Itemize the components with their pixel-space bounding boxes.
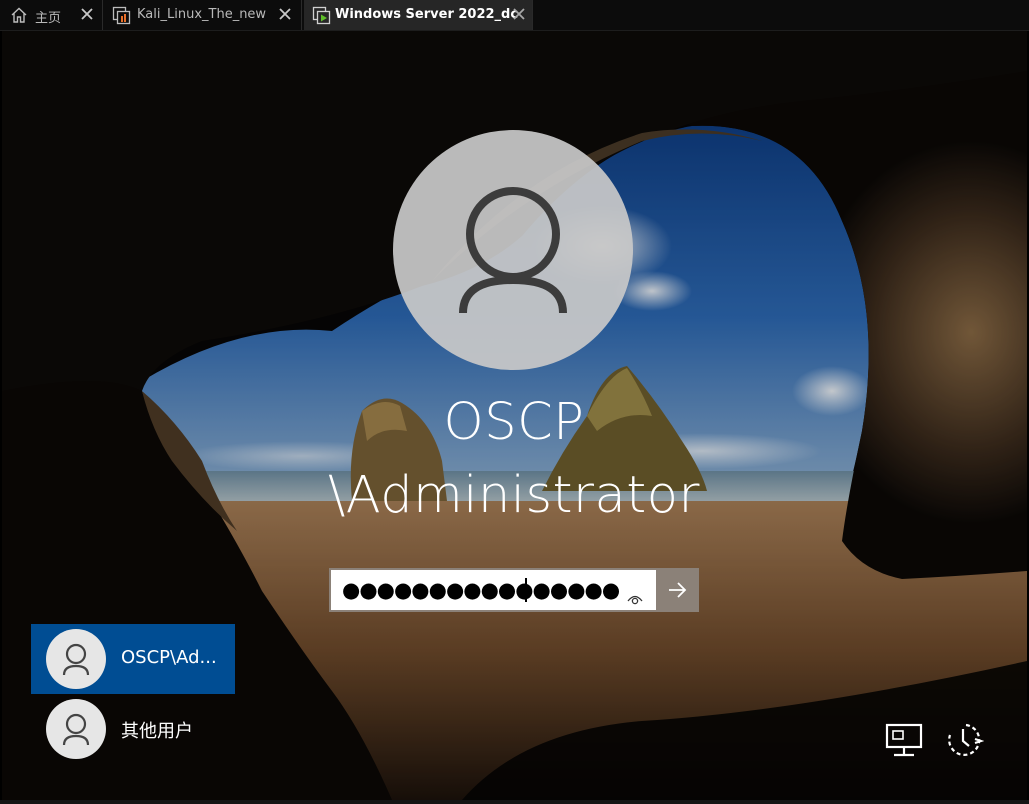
vm-running-icon xyxy=(312,6,331,25)
tab-kali-label: Kali_Linux_The_new xyxy=(137,7,267,22)
user-list-item-other-user[interactable]: 其他用户 xyxy=(31,694,235,764)
vm-icon xyxy=(112,6,131,25)
close-icon[interactable] xyxy=(510,4,528,24)
user-list-item-oscp-admin[interactable]: OSCP\Ad... xyxy=(31,624,235,694)
user-list-label: OSCP\Ad... xyxy=(121,647,217,668)
network-icon[interactable] xyxy=(884,721,926,761)
user-avatar-large xyxy=(393,130,633,370)
close-icon[interactable] xyxy=(78,4,96,24)
user-silhouette-icon xyxy=(62,643,90,676)
user-list-label: 其他用户 xyxy=(121,721,193,742)
user-silhouette-icon xyxy=(459,187,567,314)
close-icon[interactable] xyxy=(276,4,294,24)
avatar xyxy=(46,699,106,759)
tab-home-label: 主页 xyxy=(35,11,62,26)
avatar xyxy=(46,629,106,689)
power-icon[interactable] xyxy=(942,721,985,761)
username-line-1: OSCP xyxy=(443,393,585,452)
submit-button[interactable] xyxy=(657,570,697,610)
vm-console-window: 主页 Kali_Linux_The_new Windows Server 202… xyxy=(0,0,1029,804)
window-bottom-border xyxy=(0,800,1029,804)
eye-icon[interactable] xyxy=(625,581,645,605)
user-silhouette-icon xyxy=(62,713,90,746)
password-input[interactable]: ●●●●●●●●●●●●●●●● xyxy=(331,570,656,610)
username-line-2: \Administrator xyxy=(328,466,700,525)
password-box: ●●●●●●●●●●●●●●●● xyxy=(329,568,699,612)
tab-home[interactable]: 主页 xyxy=(2,0,103,30)
arrow-right-icon xyxy=(669,582,687,598)
tab-bar: 主页 Kali_Linux_The_new Windows Server 202… xyxy=(0,0,1029,31)
text-caret xyxy=(525,578,527,602)
tab-kali[interactable]: Kali_Linux_The_new xyxy=(104,0,302,30)
vm-screen[interactable]: OSCP \Administrator ●●●●●●●●●●●●●●●● OSC… xyxy=(2,31,1027,800)
home-icon xyxy=(10,6,28,24)
tab-windows-server-label: Windows Server 2022_dc xyxy=(335,7,519,22)
tab-windows-server[interactable]: Windows Server 2022_dc xyxy=(304,0,533,30)
password-value: ●●●●●●●●●●●●●●●● xyxy=(342,578,620,602)
